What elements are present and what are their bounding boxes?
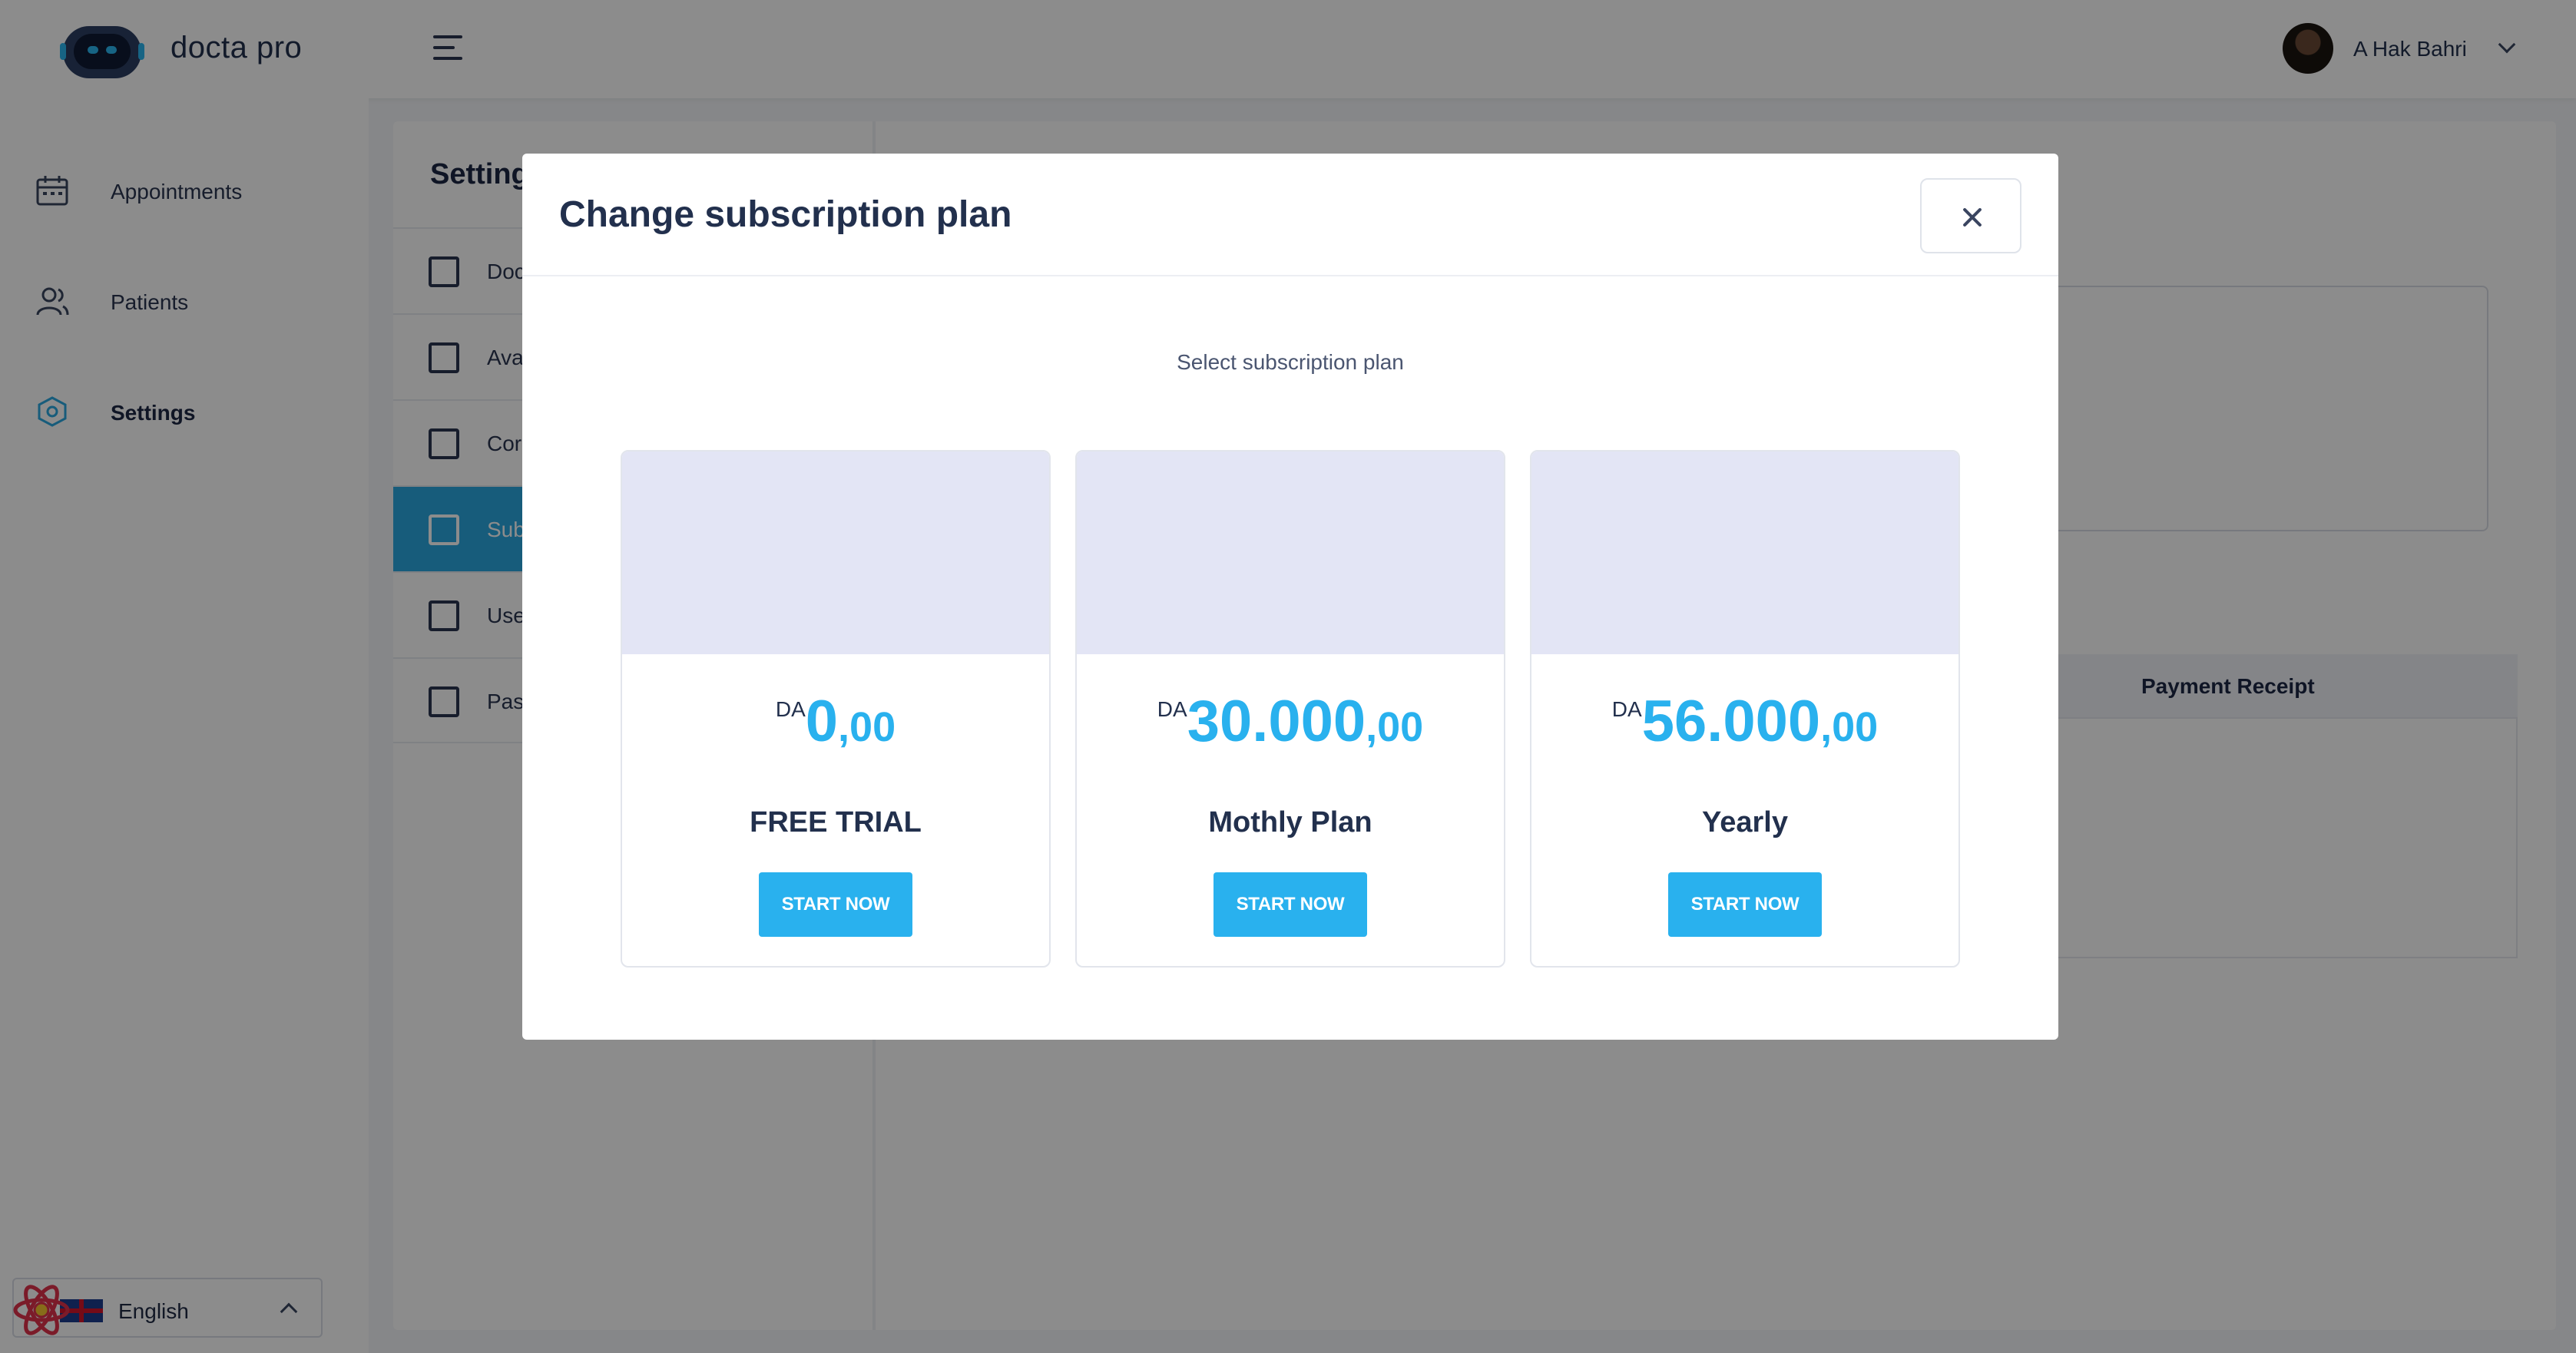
modal-header: Change subscription plan	[522, 154, 2058, 276]
close-icon	[1962, 207, 1983, 228]
close-button[interactable]	[1920, 178, 2021, 253]
modal-title: Change subscription plan	[559, 194, 1012, 235]
start-now-button[interactable]: START NOW	[1668, 872, 1822, 937]
plan-price: DA30.000,00	[1157, 689, 1424, 754]
plan-card-monthly: DA30.000,00 Mothly Plan START NOW	[1075, 450, 1505, 968]
start-now-button[interactable]: START NOW	[759, 872, 912, 937]
plan-banner	[1531, 452, 1958, 654]
plan-name: Yearly	[1702, 806, 1788, 839]
plan-name: Mothly Plan	[1208, 806, 1372, 839]
plan-price: DA56.000,00	[1611, 689, 1879, 754]
plan-banner	[622, 452, 1049, 654]
start-now-button[interactable]: START NOW	[1214, 872, 1367, 937]
plan-card-yearly: DA56.000,00 Yearly START NOW	[1530, 450, 1960, 968]
modal-subtitle: Select subscription plan	[1177, 350, 1404, 374]
plan-price: DA0,00	[775, 689, 896, 754]
plan-banner	[1077, 452, 1504, 654]
plan-card-free-trial: DA0,00 FREE TRIAL START NOW	[621, 450, 1051, 968]
plan-name: FREE TRIAL	[750, 806, 922, 839]
subscription-modal: Change subscription plan Select subscrip…	[522, 154, 2058, 1040]
